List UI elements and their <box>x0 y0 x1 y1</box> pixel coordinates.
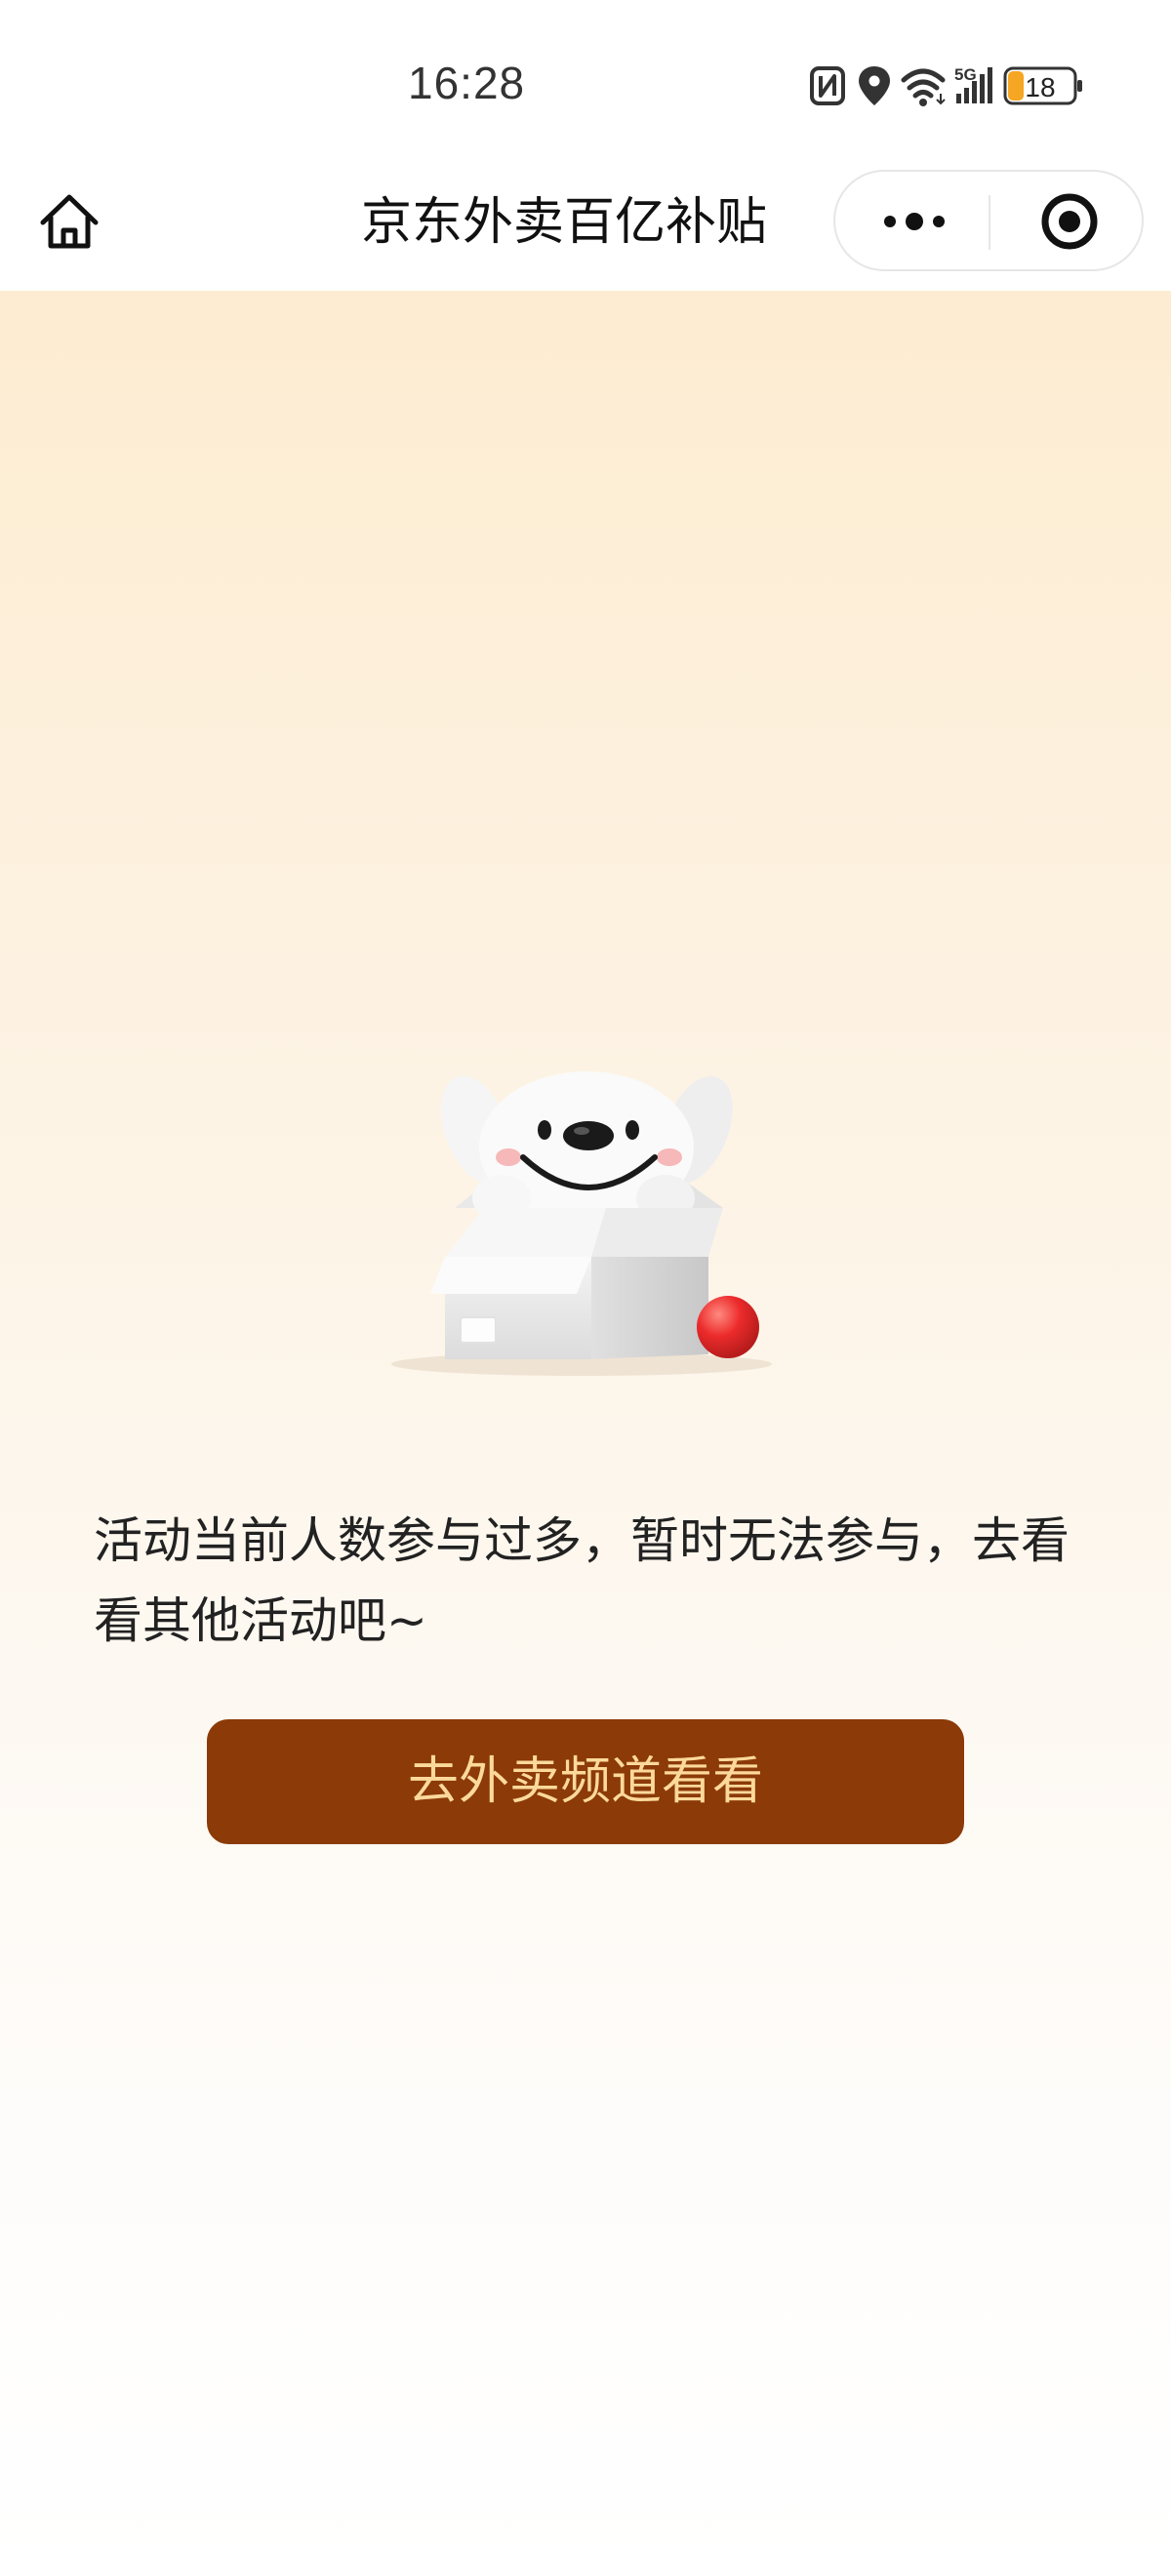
close-miniprogram-button[interactable] <box>1021 189 1118 254</box>
battery-level: 18 <box>1025 72 1055 102</box>
nav-bar: 京东外卖百亿补贴 <box>0 166 1171 291</box>
mascot-dog-in-box-illustration <box>386 1062 796 1384</box>
capsule-divider <box>989 195 990 250</box>
target-close-icon <box>1041 193 1098 250</box>
status-time: 16:28 <box>408 58 526 108</box>
capsule-menu <box>833 170 1144 271</box>
more-button[interactable] <box>861 189 968 254</box>
nfc-icon <box>810 66 845 105</box>
more-dots-icon <box>884 213 945 230</box>
page-title: 京东外卖百亿补贴 <box>361 193 768 252</box>
home-icon <box>40 194 99 249</box>
go-to-takeout-channel-button[interactable]: 去外卖频道看看 <box>207 1719 964 1844</box>
status-bar: 16:28 5G 18 <box>0 0 1171 166</box>
battery-icon: 18 <box>1003 66 1082 105</box>
status-icons: 5G 18 <box>810 60 1103 109</box>
wifi-icon <box>901 68 946 106</box>
signal-icon: 5G <box>954 65 992 103</box>
status-message: 活动当前人数参与过多，暂时无法参与，去看看其他活动吧~ <box>94 1512 1070 1649</box>
home-button[interactable] <box>35 187 103 256</box>
location-icon <box>859 66 890 105</box>
main-content: 活动当前人数参与过多，暂时无法参与，去看看其他活动吧~ 去外卖频道看看 <box>0 291 1171 2576</box>
